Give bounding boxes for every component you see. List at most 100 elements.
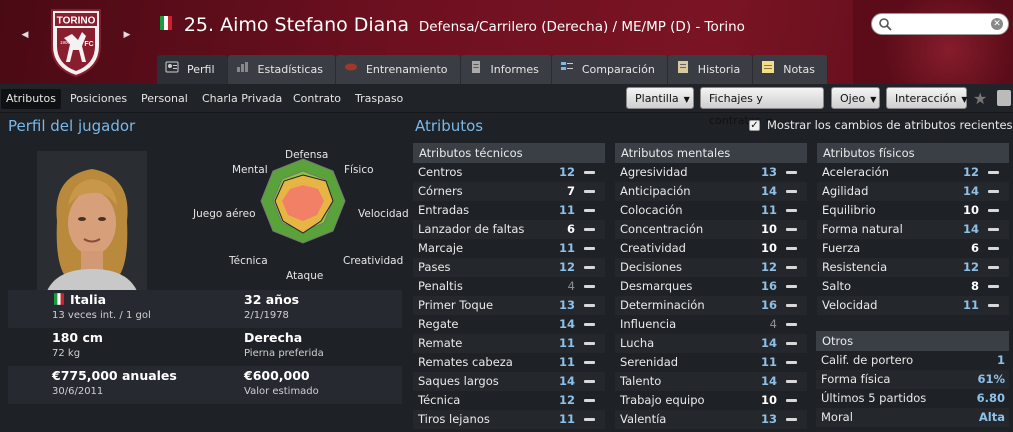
nation[interactable]: Italia — [54, 292, 106, 307]
attribute-row[interactable]: Serenidad 11 — [615, 353, 807, 372]
attribute-value: 6.80 — [976, 391, 1005, 405]
attribute-row[interactable]: Técnica 12 — [413, 391, 605, 410]
attribute-row[interactable]: Regate 14 — [413, 315, 605, 334]
contract-end: 30/6/2011 — [52, 386, 104, 397]
attribute-row[interactable]: Entradas 11 — [413, 201, 605, 220]
attribute-name: Lanzador de faltas — [418, 222, 525, 236]
trend-flat-icon — [988, 171, 999, 174]
trend-flat-icon — [786, 171, 797, 174]
attribute-row[interactable]: Primer Toque 13 — [413, 296, 605, 315]
attribute-row[interactable]: Anticipación 14 — [615, 182, 807, 201]
attribute-row[interactable]: Determinación 16 — [615, 296, 807, 315]
attribute-row[interactable]: Agilidad 14 — [817, 182, 1009, 201]
search-input[interactable]: ✕ — [871, 13, 1009, 35]
tab-estad-sticas[interactable]: Estadísticas — [227, 55, 336, 84]
clear-search-icon[interactable]: ✕ — [991, 18, 1003, 30]
attribute-row[interactable]: Remate 11 — [413, 334, 605, 353]
info-row-contract: €775,000 anuales 30/6/2011 €600,000 Valo… — [8, 366, 402, 404]
attribute-row[interactable]: Forma física 61% — [816, 370, 1009, 389]
attribute-row[interactable]: Saques largos 14 — [413, 372, 605, 391]
attribute-value: 6 — [566, 222, 575, 236]
attribute-value: 10 — [760, 241, 777, 255]
attribute-name: Agresividad — [620, 165, 688, 179]
attribute-name: Talento — [620, 374, 662, 388]
interaccion-dropdown[interactable]: Interacción ▼ — [886, 87, 968, 109]
trend-flat-icon — [786, 361, 797, 364]
attribute-row[interactable]: Velocidad 11 — [817, 296, 1009, 315]
attribute-row[interactable]: Últimos 5 partidos 6.80 — [816, 389, 1009, 408]
attribute-row[interactable]: Resistencia 12 — [817, 258, 1009, 277]
attribute-value: 12 — [962, 165, 979, 179]
menu-icon[interactable] — [997, 90, 1011, 106]
attribute-row[interactable]: Influencia 4 — [615, 315, 807, 334]
attribute-name: Técnica — [418, 393, 461, 407]
attribute-row[interactable]: Agresividad 13 — [615, 163, 807, 182]
others-header: Otros — [816, 331, 1009, 351]
tab-comparaci-n[interactable]: Comparación — [551, 55, 668, 84]
trend-flat-icon — [988, 209, 999, 212]
attribute-row[interactable]: Decisiones 12 — [615, 258, 807, 277]
attribute-row[interactable]: Talento 14 — [615, 372, 807, 391]
attribute-row[interactable]: Trabajo equipo 10 — [615, 391, 807, 410]
attribute-row[interactable]: Desmarques 16 — [615, 277, 807, 296]
attributes-heading: Atributos — [415, 117, 484, 135]
show-changes-checkbox[interactable]: ✓ — [749, 120, 760, 131]
mental-header: Atributos mentales — [615, 143, 807, 163]
estimated-value: €600,000 — [244, 368, 310, 383]
next-arrow-icon[interactable]: ▶ — [120, 30, 134, 40]
subnav-atributos[interactable]: Atributos — [1, 89, 61, 109]
trend-flat-icon — [786, 266, 797, 269]
trend-flat-icon — [988, 228, 999, 231]
tab-historia[interactable]: Historia — [667, 55, 754, 84]
attribute-name: Valentía — [620, 412, 667, 426]
attribute-row[interactable]: Concentración 10 — [615, 220, 807, 239]
ojeo-dropdown[interactable]: Ojeo ▼ — [831, 87, 880, 109]
attribute-row[interactable]: Equilibrio 10 — [817, 201, 1009, 220]
technical-attributes: Atributos técnicos Centros 12 Córners 7 Entr… — [413, 143, 605, 429]
attribute-row[interactable]: Fuerza 6 — [817, 239, 1009, 258]
attribute-name: Decisiones — [620, 260, 683, 274]
tab-notas[interactable]: Notas — [753, 55, 828, 84]
attribute-row[interactable]: Colocación 11 — [615, 201, 807, 220]
attribute-name: Saques largos — [418, 374, 499, 388]
subnav-contrato[interactable]: Contrato — [288, 89, 346, 109]
attribute-row[interactable]: Forma natural 14 — [817, 220, 1009, 239]
attribute-row[interactable]: Lucha 14 — [615, 334, 807, 353]
attribute-row[interactable]: Creatividad 10 — [615, 239, 807, 258]
tab-bar: Perfil Estadísticas Entrenamiento Informes C… — [157, 55, 828, 84]
club-crest[interactable]: TORINO 1906 FC — [48, 6, 104, 78]
attribute-row[interactable]: Calif. de portero 1 — [816, 351, 1009, 370]
attribute-row[interactable]: Moral Alta — [816, 408, 1009, 427]
attribute-value: 11 — [558, 203, 575, 217]
attribute-row[interactable]: Penaltis 4 — [413, 277, 605, 296]
attribute-row[interactable]: Córners 7 — [413, 182, 605, 201]
tab-entrenamiento[interactable]: Entrenamiento — [335, 55, 461, 84]
attribute-row[interactable]: Tiros lejanos 11 — [413, 410, 605, 429]
attribute-row[interactable]: Lanzador de faltas 6 — [413, 220, 605, 239]
star-icon[interactable]: ★ — [973, 89, 987, 108]
attribute-row[interactable]: Marcaje 11 — [413, 239, 605, 258]
attribute-row[interactable]: Aceleración 12 — [817, 163, 1009, 182]
attribute-value: 11 — [558, 241, 575, 255]
attribute-row[interactable]: Pases 12 — [413, 258, 605, 277]
attribute-value: 16 — [760, 298, 777, 312]
subnav-personal[interactable]: Personal — [136, 89, 193, 109]
attribute-row[interactable]: Remates cabeza 11 — [413, 353, 605, 372]
attribute-row[interactable]: Salto 8 — [817, 277, 1009, 296]
attribute-row[interactable]: Valentía 13 — [615, 410, 807, 429]
other-attributes: Otros Calif. de portero 1 Forma física 61% Ú… — [816, 331, 1009, 427]
attribute-row[interactable]: Centros 12 — [413, 163, 605, 182]
player-name: 25. Aimo Stefano Diana — [183, 14, 410, 36]
tab-label: Entrenamiento — [365, 63, 448, 76]
player-title: 25. Aimo Stefano Diana Defensa/Carrilero… — [160, 14, 745, 38]
tab-perfil[interactable]: Perfil — [157, 55, 228, 84]
attribute-name: Aceleración — [822, 165, 889, 179]
prev-arrow-icon[interactable]: ◀ — [18, 30, 32, 40]
tab-informes[interactable]: Informes — [460, 55, 552, 84]
plantilla-dropdown[interactable]: Plantilla ▼ — [626, 87, 694, 109]
attribute-name: Salto — [822, 279, 852, 293]
fichajes-dropdown[interactable]: Fichajes y contratos ▼ — [700, 87, 824, 127]
subnav-posiciones[interactable]: Posiciones — [65, 89, 132, 109]
subnav-charla-privada[interactable]: Charla Privada — [197, 89, 287, 109]
subnav-traspaso[interactable]: Traspaso — [350, 89, 408, 109]
